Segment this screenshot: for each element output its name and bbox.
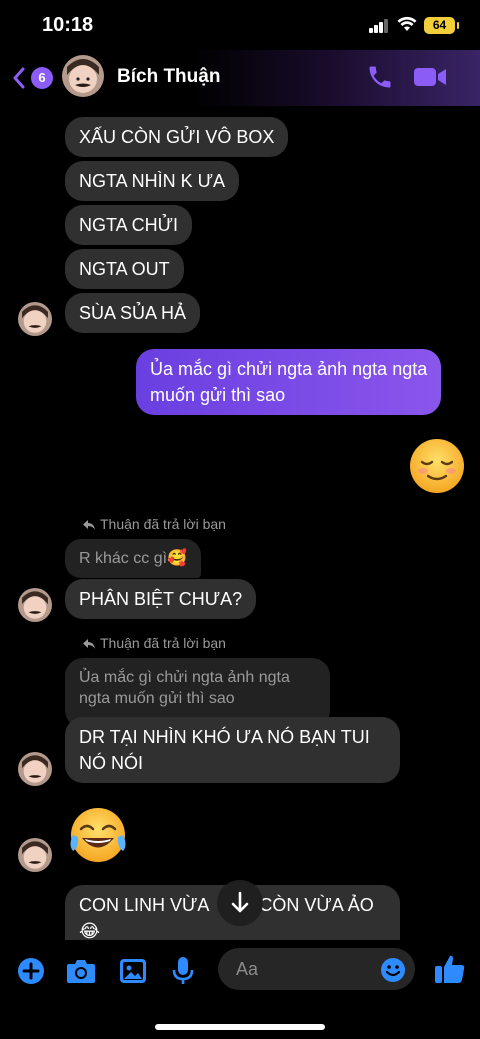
quoted-line: ngta muốn gửi thì sao — [79, 690, 235, 707]
quoted-message[interactable]: R khác cc gì🥰 — [65, 539, 201, 578]
battery-indicator: 64 — [424, 17, 459, 34]
wifi-icon — [397, 16, 417, 31]
cellular-signal-icon — [369, 19, 389, 33]
tears-of-joy-emoji[interactable] — [67, 805, 129, 865]
camera-icon[interactable] — [66, 958, 96, 984]
sent-message-line: Ủa mắc gì chửi ngta ảnh ngta ngta — [150, 359, 428, 379]
received-message[interactable]: PHÂN BIỆT CHƯA? — [65, 579, 257, 619]
received-message[interactable]: NGTA CHỬI — [65, 205, 193, 245]
relieved-face-emoji[interactable] — [409, 438, 465, 494]
received-message[interactable]: NGTA NHÌN K ƯA — [65, 161, 240, 201]
message-composer — [0, 940, 480, 1039]
sent-message[interactable]: Ủa mắc gì chửi ngta ảnh ngta ngta muốn g… — [136, 349, 442, 415]
sent-message-line: muốn gửi thì sao — [150, 385, 286, 405]
contact-name[interactable]: Bích Thuận — [117, 66, 220, 88]
microphone-icon[interactable] — [172, 956, 194, 986]
reply-arrow-icon — [83, 639, 95, 649]
back-button[interactable]: 6 — [12, 65, 53, 91]
chevron-left-icon — [13, 67, 25, 89]
reply-arrow-icon — [83, 520, 95, 530]
scroll-to-bottom-button[interactable] — [217, 880, 263, 926]
phone-icon[interactable] — [366, 63, 394, 91]
sender-avatar[interactable] — [18, 588, 52, 622]
received-message[interactable]: XẤU CÒN GỬI VÔ BOX — [65, 117, 289, 157]
reply-indicator: Thuận đã trả lời bạn — [82, 635, 226, 651]
sender-avatar[interactable] — [18, 838, 52, 872]
message-input-field[interactable] — [218, 948, 415, 990]
video-camera-icon[interactable] — [413, 65, 447, 89]
message-line: NÓ NÓI — [79, 753, 144, 773]
thumbs-up-icon[interactable] — [434, 953, 466, 985]
contact-avatar[interactable] — [62, 55, 104, 97]
reply-indicator: Thuận đã trả lời bạn — [82, 516, 226, 532]
received-message[interactable]: SÙA SỦA HẢ — [65, 293, 201, 333]
unread-count-badge: 6 — [31, 67, 53, 89]
plus-circle-icon[interactable] — [17, 957, 45, 985]
received-message[interactable]: NGTA OUT — [65, 249, 184, 289]
smiley-icon[interactable] — [380, 957, 406, 983]
status-time: 10:18 — [42, 14, 94, 36]
chat-header: 6 Bích Thuận — [0, 50, 480, 106]
image-icon[interactable] — [119, 958, 147, 984]
message-input[interactable] — [236, 948, 386, 990]
quoted-line: Ủa mắc gì chửi ngta ảnh ngta — [79, 669, 290, 686]
arrow-down-icon — [231, 891, 249, 913]
received-message[interactable]: DR TẠI NHÌN KHÓ ƯA NÓ BẠN TUI NÓ NÓI — [65, 717, 400, 783]
message-line: DR TẠI NHÌN KHÓ ƯA NÓ BẠN TUI — [79, 727, 370, 747]
home-indicator — [155, 1024, 325, 1030]
sender-avatar[interactable] — [18, 302, 52, 336]
sender-avatar[interactable] — [18, 752, 52, 786]
status-bar: 10:18 64 — [0, 0, 480, 50]
